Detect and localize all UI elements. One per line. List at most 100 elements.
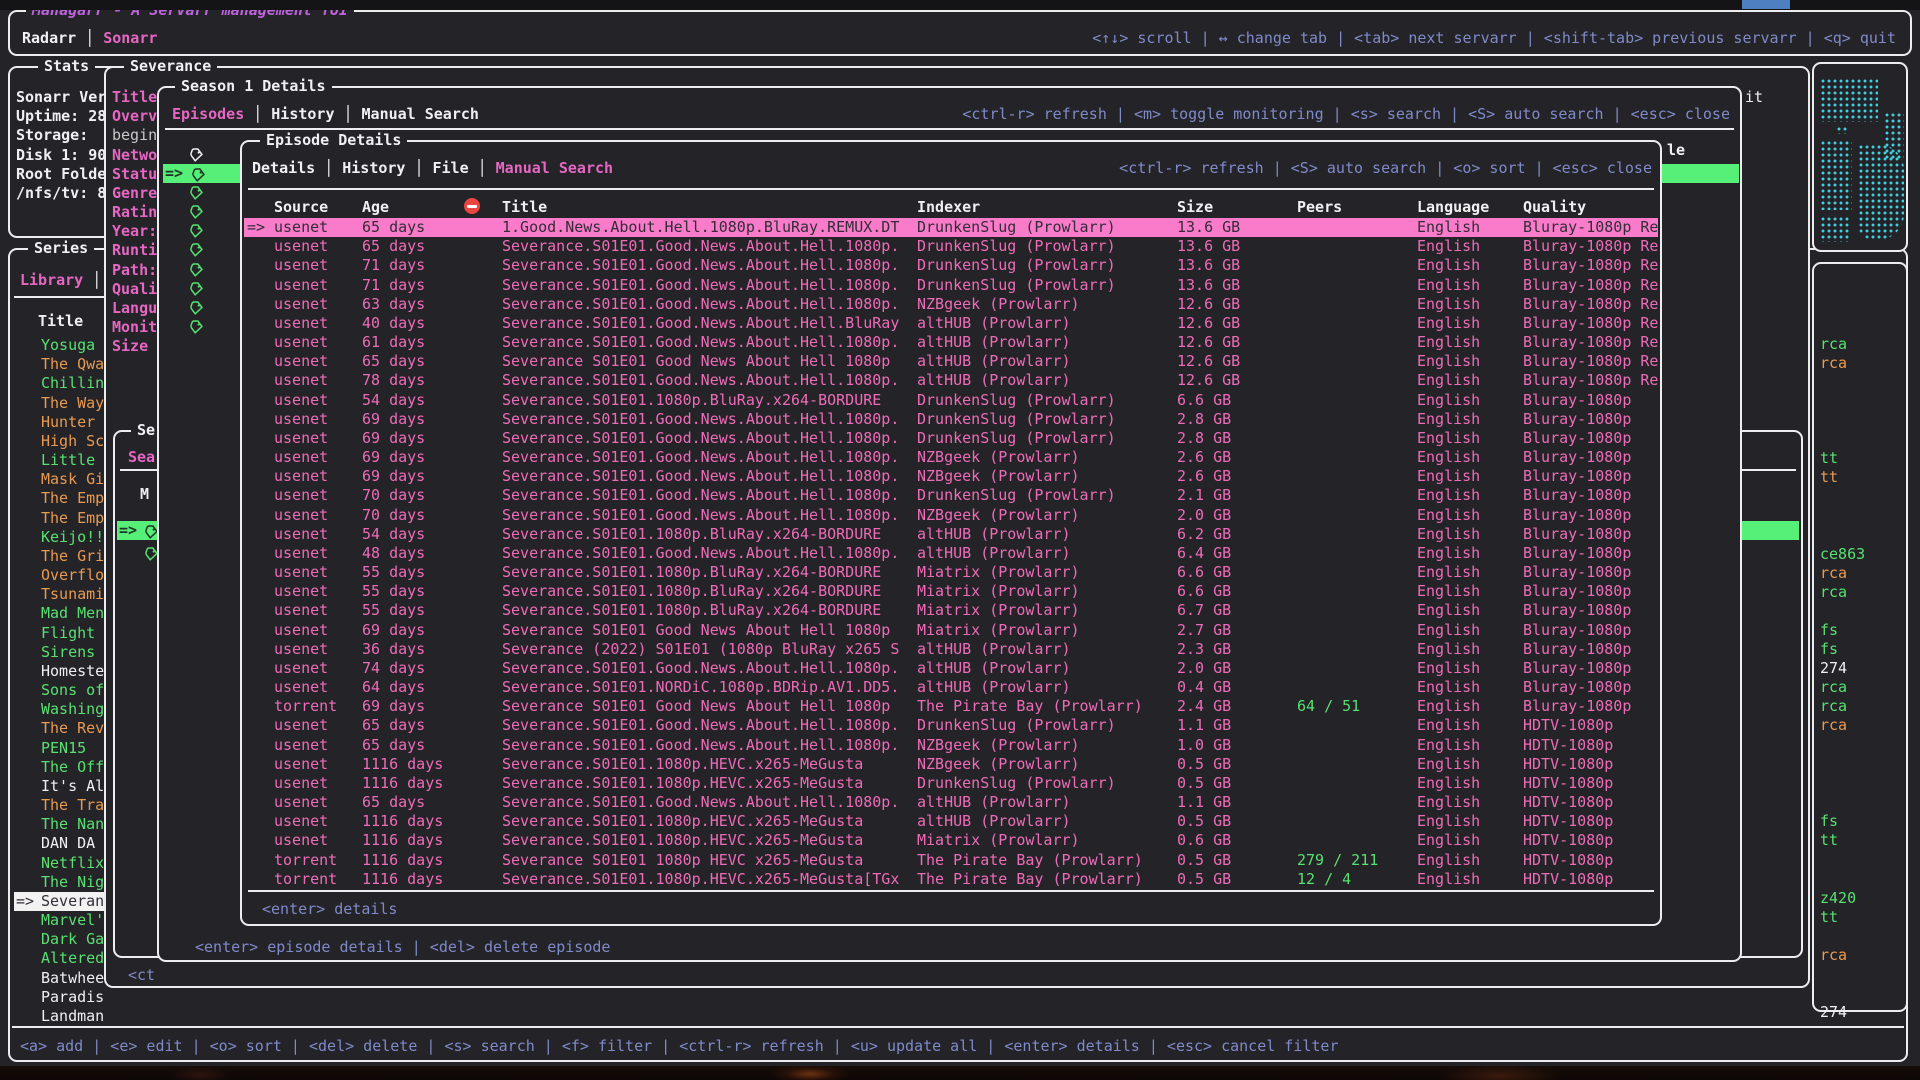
- library-series-item[interactable]: The Emp: [14, 509, 109, 528]
- library-series-item[interactable]: The Rev: [14, 719, 109, 738]
- release-row[interactable]: usenet65 daysSeverance.S01E01.Good.News.…: [244, 793, 1658, 812]
- release-row[interactable]: usenet65 daysSeverance.S01E01.Good.News.…: [244, 716, 1658, 735]
- library-series-item[interactable]: Mad Men: [14, 604, 109, 623]
- library-series-item[interactable]: The Off: [14, 758, 109, 777]
- release-row[interactable]: usenet54 daysSeverance.S01E01.1080p.BluR…: [244, 525, 1658, 544]
- library-series-item[interactable]: The Qwa: [14, 355, 109, 374]
- library-series-item[interactable]: Hunter: [14, 413, 109, 432]
- library-series-item[interactable]: The Nig: [14, 873, 109, 892]
- tab-separator: │: [469, 159, 496, 177]
- tab-history[interactable]: History: [271, 105, 334, 123]
- episode-row[interactable]: [188, 260, 208, 279]
- release-indexer: DrunkenSlug (Prowlarr): [917, 410, 1169, 429]
- release-row[interactable]: usenet64 daysSeverance.S01E01.NORDiC.108…: [244, 678, 1658, 697]
- library-series-item[interactable]: The Nan: [14, 815, 109, 834]
- library-series-item[interactable]: Overflo: [14, 566, 109, 585]
- library-series-item[interactable]: Marvel': [14, 911, 109, 930]
- release-row[interactable]: usenet36 daysSeverance (2022) S01E01 (10…: [244, 640, 1658, 659]
- release-row[interactable]: usenet69 daysSeverance.S01E01.Good.News.…: [244, 467, 1658, 486]
- release-row[interactable]: usenet69 daysSeverance.S01E01.Good.News.…: [244, 429, 1658, 448]
- tab-details[interactable]: Details: [252, 159, 315, 177]
- library-series-item[interactable]: High Sc: [14, 432, 109, 451]
- release-row[interactable]: torrent1116 daysSeverance S01E01 1080p H…: [244, 851, 1658, 870]
- library-series-item[interactable]: DAN DA: [14, 834, 109, 853]
- library-series-item[interactable]: Yosuga: [14, 336, 109, 355]
- release-row[interactable]: usenet65 daysSeverance.S01E01.Good.News.…: [244, 736, 1658, 755]
- library-series-item[interactable]: Washing: [14, 700, 109, 719]
- release-indexer: The Pirate Bay (Prowlarr): [917, 851, 1169, 870]
- library-series-item[interactable]: Batwhee: [14, 969, 109, 988]
- library-series-item[interactable]: It's Al: [14, 777, 109, 796]
- tab-ep-manual-search[interactable]: Manual Search: [496, 159, 613, 177]
- episode-row[interactable]: [188, 203, 208, 222]
- release-row[interactable]: usenet63 daysSeverance.S01E01.Good.News.…: [244, 295, 1658, 314]
- release-row[interactable]: torrent1116 daysSeverance.S01E01.1080p.H…: [244, 870, 1658, 889]
- library-series-item[interactable]: The Tra: [14, 796, 109, 815]
- tab-manual-search[interactable]: Manual Search: [362, 105, 479, 123]
- release-row[interactable]: =>usenet65 days1.Good.News.About.Hell.10…: [244, 218, 1658, 237]
- release-quality: Bluray-1080p: [1523, 391, 1658, 410]
- release-row[interactable]: usenet78 daysSeverance.S01E01.Good.News.…: [244, 371, 1658, 390]
- release-row[interactable]: usenet48 daysSeverance.S01E01.Good.News.…: [244, 544, 1658, 563]
- release-row[interactable]: usenet74 daysSeverance.S01E01.Good.News.…: [244, 659, 1658, 678]
- release-row[interactable]: usenet55 daysSeverance.S01E01.1080p.BluR…: [244, 563, 1658, 582]
- library-series-item[interactable]: Homeste: [14, 662, 109, 681]
- release-row[interactable]: torrent69 daysSeverance S01E01 Good News…: [244, 697, 1658, 716]
- release-row[interactable]: usenet69 daysSeverance.S01E01.Good.News.…: [244, 448, 1658, 467]
- release-row[interactable]: usenet1116 daysSeverance.S01E01.1080p.HE…: [244, 774, 1658, 793]
- release-row[interactable]: usenet1116 daysSeverance.S01E01.1080p.HE…: [244, 812, 1658, 831]
- library-series-item[interactable]: Netflix: [14, 854, 109, 873]
- library-series-item[interactable]: Sirens: [14, 643, 109, 662]
- library-series-item[interactable]: =>Severan: [14, 892, 109, 911]
- tab-ep-history[interactable]: History: [342, 159, 405, 177]
- library-series-item[interactable]: Landman: [14, 1007, 109, 1026]
- release-row[interactable]: usenet1116 daysSeverance.S01E01.1080p.HE…: [244, 831, 1658, 850]
- episode-row[interactable]: [188, 298, 208, 317]
- release-row[interactable]: usenet69 daysSeverance.S01E01.Good.News.…: [244, 410, 1658, 429]
- library-series-item[interactable]: The Gri: [14, 547, 109, 566]
- library-series-item[interactable]: Sons of: [14, 681, 109, 700]
- release-row[interactable]: usenet65 daysSeverance.S01E01.Good.News.…: [244, 237, 1658, 256]
- release-row[interactable]: usenet71 daysSeverance.S01E01.Good.News.…: [244, 256, 1658, 275]
- tab-sonarr[interactable]: Sonarr: [103, 29, 157, 47]
- library-series-item[interactable]: PEN15: [14, 739, 109, 758]
- episode-row[interactable]: [188, 183, 208, 202]
- tab-radarr[interactable]: Radarr: [22, 29, 76, 47]
- library-series-item[interactable]: Altered: [14, 949, 109, 968]
- release-row[interactable]: usenet61 daysSeverance.S01E01.Good.News.…: [244, 333, 1658, 352]
- release-source: usenet: [274, 563, 344, 582]
- library-series-item[interactable]: Keijo!!: [14, 528, 109, 547]
- library-series-item[interactable]: The Way: [14, 394, 109, 413]
- release-source: usenet: [274, 621, 344, 640]
- release-row[interactable]: usenet54 daysSeverance.S01E01.1080p.BluR…: [244, 391, 1658, 410]
- release-size: 2.6 GB: [1177, 448, 1257, 467]
- release-row[interactable]: usenet71 daysSeverance.S01E01.Good.News.…: [244, 276, 1658, 295]
- episode-row[interactable]: [188, 222, 208, 241]
- release-row[interactable]: usenet55 daysSeverance.S01E01.1080p.BluR…: [244, 582, 1658, 601]
- release-title: Severance.S01E01.1080p.HEVC.x265-MeGusta…: [502, 870, 910, 889]
- release-row[interactable]: usenet65 daysSeverance S01E01 Good News …: [244, 352, 1658, 371]
- library-series-item[interactable]: The Emp: [14, 489, 109, 508]
- release-row[interactable]: usenet1116 daysSeverance.S01E01.1080p.HE…: [244, 755, 1658, 774]
- library-series-item[interactable]: Dark Ga: [14, 930, 109, 949]
- episode-row[interactable]: [188, 145, 208, 164]
- library-series-item[interactable]: Little: [14, 451, 109, 470]
- library-series-item[interactable]: Mask Gi: [14, 470, 109, 489]
- episode-row[interactable]: [188, 241, 208, 260]
- tab-episodes[interactable]: Episodes: [172, 105, 244, 123]
- library-series-item[interactable]: Chillin: [14, 374, 109, 393]
- release-row[interactable]: usenet40 daysSeverance.S01E01.Good.News.…: [244, 314, 1658, 333]
- episode-row[interactable]: [188, 279, 208, 298]
- library-series-item[interactable]: Tsunami: [14, 585, 109, 604]
- tab-library[interactable]: Library: [20, 271, 83, 289]
- tab-file[interactable]: File: [433, 159, 469, 177]
- library-series-item[interactable]: Paradis: [14, 988, 109, 1007]
- episode-row[interactable]: [188, 318, 208, 337]
- library-series-item[interactable]: Flight: [14, 624, 109, 643]
- release-row[interactable]: usenet55 daysSeverance.S01E01.1080p.BluR…: [244, 601, 1658, 620]
- release-row[interactable]: usenet70 daysSeverance.S01E01.Good.News.…: [244, 506, 1658, 525]
- release-row[interactable]: usenet69 daysSeverance S01E01 Good News …: [244, 621, 1658, 640]
- release-row[interactable]: usenet70 daysSeverance.S01E01.Good.News.…: [244, 486, 1658, 505]
- release-quality: HDTV-1080p: [1523, 755, 1658, 774]
- tab-seasons-fragment[interactable]: Sea: [128, 448, 155, 466]
